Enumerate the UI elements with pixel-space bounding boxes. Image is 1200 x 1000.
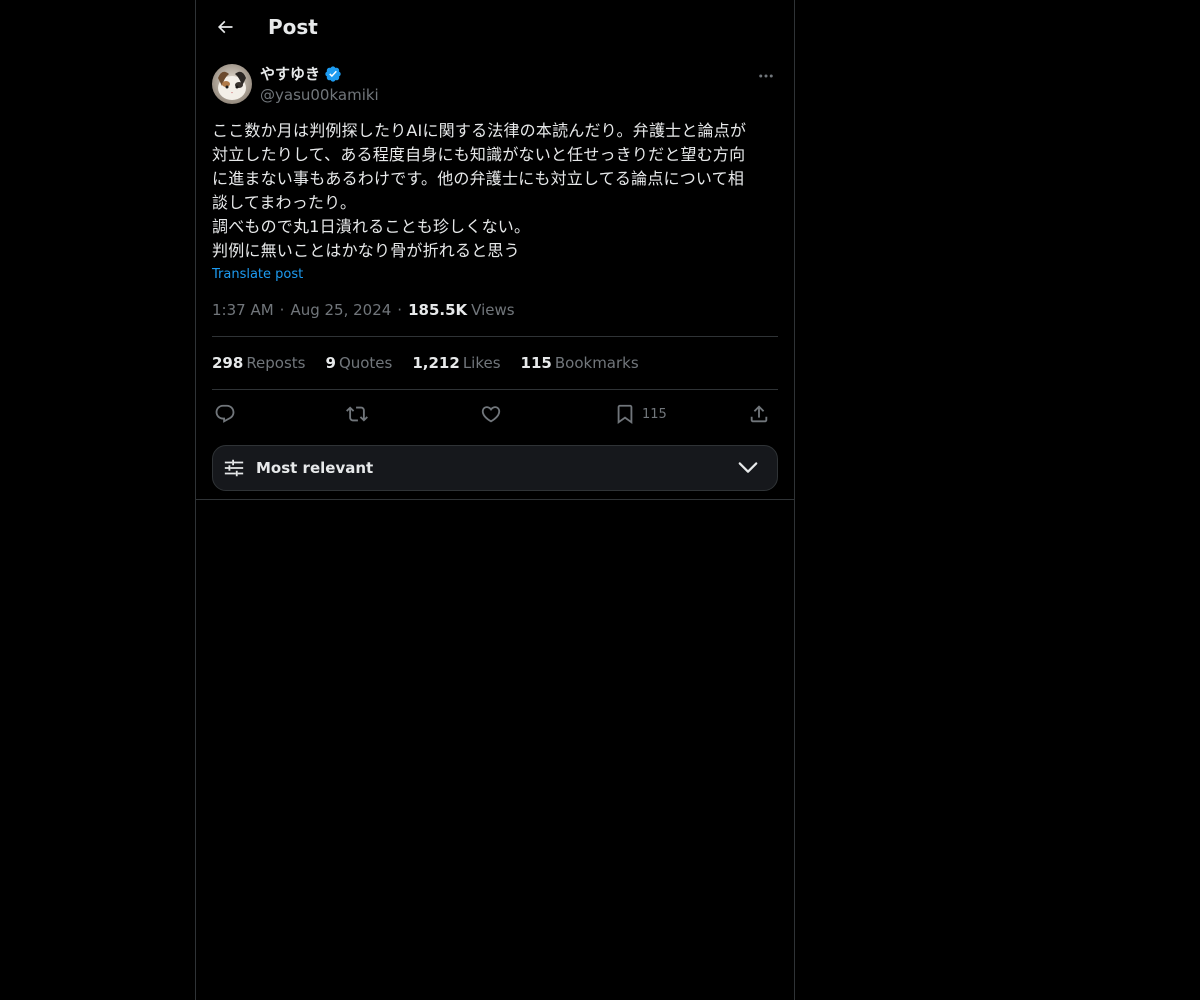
author-handle[interactable]: @yasu00kamiki <box>260 85 379 105</box>
reposts-count: 298 <box>212 354 244 372</box>
author-row: やすゆき @yasu00kamiki <box>212 64 778 108</box>
quotes-count: 9 <box>325 354 336 372</box>
post-time[interactable]: 1:37 AM <box>212 300 274 320</box>
verified-badge-icon[interactable] <box>324 65 342 83</box>
divider <box>212 389 778 390</box>
divider <box>196 499 794 500</box>
sort-label: Most relevant <box>256 459 374 477</box>
reply-sort-dropdown[interactable]: Most relevant <box>212 445 778 491</box>
post-header: Post <box>196 0 794 54</box>
page-title: Post <box>268 15 318 39</box>
arrow-left-icon <box>217 20 233 34</box>
post-meta: 1:37 AM · Aug 25, 2024 · 185.5K Views <box>212 300 515 320</box>
author-display-name: やすゆき <box>260 65 321 83</box>
bookmarks-label: Bookmarks <box>554 354 639 372</box>
sliders-icon <box>224 459 244 477</box>
views-label: Views <box>471 301 515 319</box>
meta-separator: · <box>279 301 285 319</box>
bookmarks-stat[interactable]: 115 Bookmarks <box>521 353 639 373</box>
more-dots-icon <box>759 74 773 78</box>
post-date[interactable]: Aug 25, 2024 <box>290 300 391 320</box>
bookmark-icon <box>617 404 633 425</box>
divider <box>212 336 778 337</box>
heart-icon <box>481 406 501 423</box>
avatar-image <box>212 64 252 104</box>
reposts-label: Reposts <box>246 354 306 372</box>
post-text: ここ数か月は判例探したりAIに関する法律の本読んだり。弁護士と論点が 対立したり… <box>212 121 747 260</box>
repost-button[interactable] <box>346 398 368 430</box>
action-bar: 115 <box>212 398 778 430</box>
share-button[interactable] <box>748 398 770 430</box>
share-icon <box>750 405 768 423</box>
likes-stat[interactable]: 1,212 Likes <box>412 353 500 373</box>
post-stats: 298 Reposts 9 Quotes 1,212 Likes 115 Bookmar… <box>212 353 659 373</box>
bookmark-count: 115 <box>642 406 667 422</box>
quotes-stat[interactable]: 9 Quotes <box>326 353 393 373</box>
reply-icon <box>215 404 235 423</box>
bookmark-button[interactable]: 115 <box>614 398 667 430</box>
reposts-stat[interactable]: 298 Reposts <box>212 353 306 373</box>
views-count: 185.5K <box>408 301 468 319</box>
like-button[interactable] <box>480 398 502 430</box>
reply-button[interactable] <box>214 398 236 430</box>
avatar[interactable] <box>212 64 252 104</box>
post-column: Post やすゆき @yasu00kamiki ここ数か月は判例探したりAIに関… <box>195 0 795 1000</box>
chevron-down-icon <box>738 462 758 473</box>
bookmarks-count: 115 <box>520 354 552 372</box>
translate-post-link[interactable]: Translate post <box>212 266 303 284</box>
author-name[interactable]: やすゆき <box>260 64 342 84</box>
likes-count: 1,212 <box>412 354 460 372</box>
more-options-button[interactable] <box>754 64 778 88</box>
back-button[interactable] <box>208 10 242 44</box>
quotes-label: Quotes <box>338 354 393 372</box>
meta-separator: · <box>397 301 403 319</box>
likes-label: Likes <box>462 354 501 372</box>
repost-icon <box>346 406 368 422</box>
